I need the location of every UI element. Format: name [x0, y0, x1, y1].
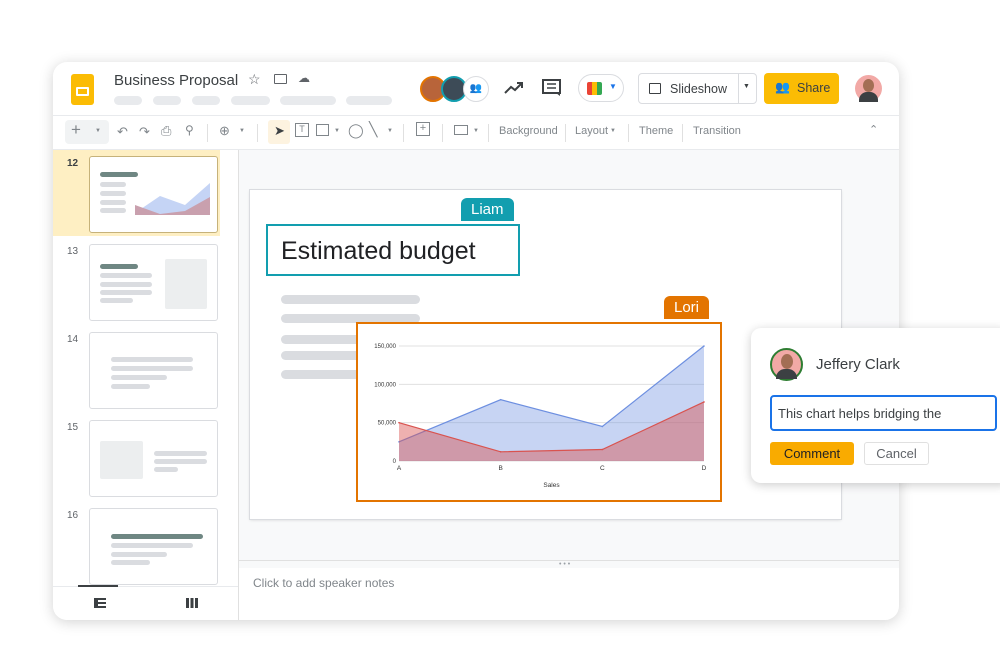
menu-placeholder[interactable] [231, 96, 270, 105]
slide-thumbnail-16[interactable] [89, 508, 218, 585]
x-tick-label: A [397, 465, 402, 472]
image-icon[interactable] [316, 124, 329, 136]
data-point [398, 421, 400, 424]
move-folder-icon[interactable] [274, 74, 287, 84]
transition-button[interactable]: Transition [693, 125, 741, 137]
data-point [601, 448, 604, 451]
star-icon[interactable]: ☆ [248, 71, 261, 88]
y-tick-label: 150,000 [374, 344, 396, 350]
cursor-icon: ➤ [274, 123, 285, 138]
menu-placeholder[interactable] [114, 96, 142, 105]
y-tick-label: 50,000 [378, 421, 397, 427]
slide-number: 12 [67, 158, 79, 169]
slide-thumbnail-15[interactable] [89, 420, 218, 497]
slide-number: 16 [67, 510, 79, 521]
layout-button[interactable]: Layout [575, 125, 608, 137]
shape-icon[interactable]: ◯ [348, 122, 364, 139]
meet-button[interactable]: ▼ [578, 74, 624, 102]
chevron-down-icon[interactable]: ▼ [95, 128, 101, 134]
meet-icon [587, 82, 602, 95]
document-title[interactable]: Business Proposal [114, 72, 238, 89]
slide-number: 15 [67, 422, 79, 433]
slideshow-label: Slideshow [670, 82, 727, 96]
notes-resize-handle[interactable]: • • • [239, 560, 899, 568]
menu-placeholder[interactable] [280, 96, 336, 105]
comments-icon[interactable] [542, 79, 562, 97]
undo-icon[interactable]: ↶ [117, 124, 128, 140]
keyboard-icon[interactable] [454, 125, 468, 135]
commenter-name: Jeffery Clark [816, 356, 900, 373]
present-icon [649, 83, 661, 94]
thumbnail-chart [135, 183, 210, 215]
paint-format-icon[interactable]: ⚲ [185, 123, 194, 137]
x-tick-label: B [498, 465, 502, 472]
collaborator-cursor-tag: Lori [664, 296, 710, 319]
line-icon[interactable]: ╲ [369, 121, 377, 138]
slide-thumbnail-14[interactable] [89, 332, 218, 409]
cancel-button[interactable]: Cancel [864, 442, 929, 465]
data-point [499, 398, 502, 401]
share-label: Share [797, 81, 831, 95]
chevron-down-icon[interactable]: ▼ [473, 128, 479, 134]
chevron-down-icon[interactable]: ▼ [387, 128, 393, 134]
x-tick-label: C [600, 465, 605, 472]
collapse-toolbar-chevron-icon[interactable]: ⌃ [869, 123, 878, 136]
zoom-icon[interactable]: ⊕ [219, 123, 230, 139]
user-avatar[interactable] [855, 75, 882, 102]
people-icon: 👥 [775, 80, 790, 94]
comment-card: Jeffery Clark This chart helps bridging … [751, 328, 1000, 483]
slides-logo-icon[interactable] [71, 74, 94, 105]
filmstrip-view-icon[interactable] [94, 598, 106, 608]
cloud-status-icon[interactable]: ☁ [298, 71, 310, 85]
slideshow-options-chevron-icon[interactable]: ▼ [743, 83, 750, 90]
speaker-notes-field[interactable]: Click to add speaker notes [253, 576, 394, 590]
slide-title: Estimated budget [281, 237, 476, 265]
background-button[interactable]: Background [499, 125, 558, 137]
chevron-down-icon[interactable]: ▼ [334, 128, 340, 134]
share-button[interactable]: 👥 Share [764, 73, 839, 104]
theme-button[interactable]: Theme [639, 125, 673, 137]
collaborator-cursor-tag: Liam [461, 198, 514, 221]
more-collaborators-icon[interactable]: 👥 [463, 76, 489, 102]
data-point [601, 425, 604, 428]
plus-icon: + [71, 120, 81, 139]
slide-thumbnail-12[interactable] [89, 156, 218, 233]
chart-object[interactable]: 0 50,000 100,000 150,000 A B C D Sales [356, 322, 722, 502]
redo-icon[interactable]: ↷ [139, 124, 150, 140]
x-axis-label: Sales [543, 482, 560, 489]
chevron-down-icon[interactable]: ▼ [610, 128, 616, 134]
activity-trend-icon[interactable] [504, 81, 524, 95]
comment-input[interactable]: This chart helps bridging the [770, 395, 997, 431]
menu-placeholder[interactable] [346, 96, 392, 105]
data-point [703, 345, 705, 347]
slide-thumbnail-13[interactable] [89, 244, 218, 321]
print-icon[interactable]: ⎙ [161, 123, 171, 139]
filmstrip: 12 13 14 15 16 [53, 150, 238, 620]
data-point [499, 451, 502, 453]
menu-placeholder[interactable] [192, 96, 220, 105]
slide-number: 14 [67, 334, 79, 345]
title-textbox[interactable]: Estimated budget [266, 224, 520, 276]
slide-number: 13 [67, 246, 79, 257]
text-box-icon[interactable]: T [295, 123, 309, 137]
grid-view-icon[interactable] [186, 598, 198, 608]
slideshow-button[interactable]: Slideshow ▼ [638, 73, 757, 104]
comment-input-value: This chart helps bridging the [778, 406, 942, 421]
area-chart: 050,000100,000150,000A B C DSales [374, 344, 707, 489]
insert-comment-icon[interactable]: + [416, 122, 430, 136]
comment-button[interactable]: Comment [770, 442, 854, 465]
data-point [703, 401, 705, 403]
y-tick-label: 100,000 [374, 382, 396, 388]
chevron-down-icon: ▼ [609, 82, 617, 91]
chevron-down-icon[interactable]: ▼ [239, 128, 245, 134]
commenter-avatar [770, 348, 803, 381]
select-tool-button[interactable]: ➤ [268, 120, 290, 144]
x-tick-label: D [702, 465, 707, 472]
menu-placeholder[interactable] [153, 96, 181, 105]
